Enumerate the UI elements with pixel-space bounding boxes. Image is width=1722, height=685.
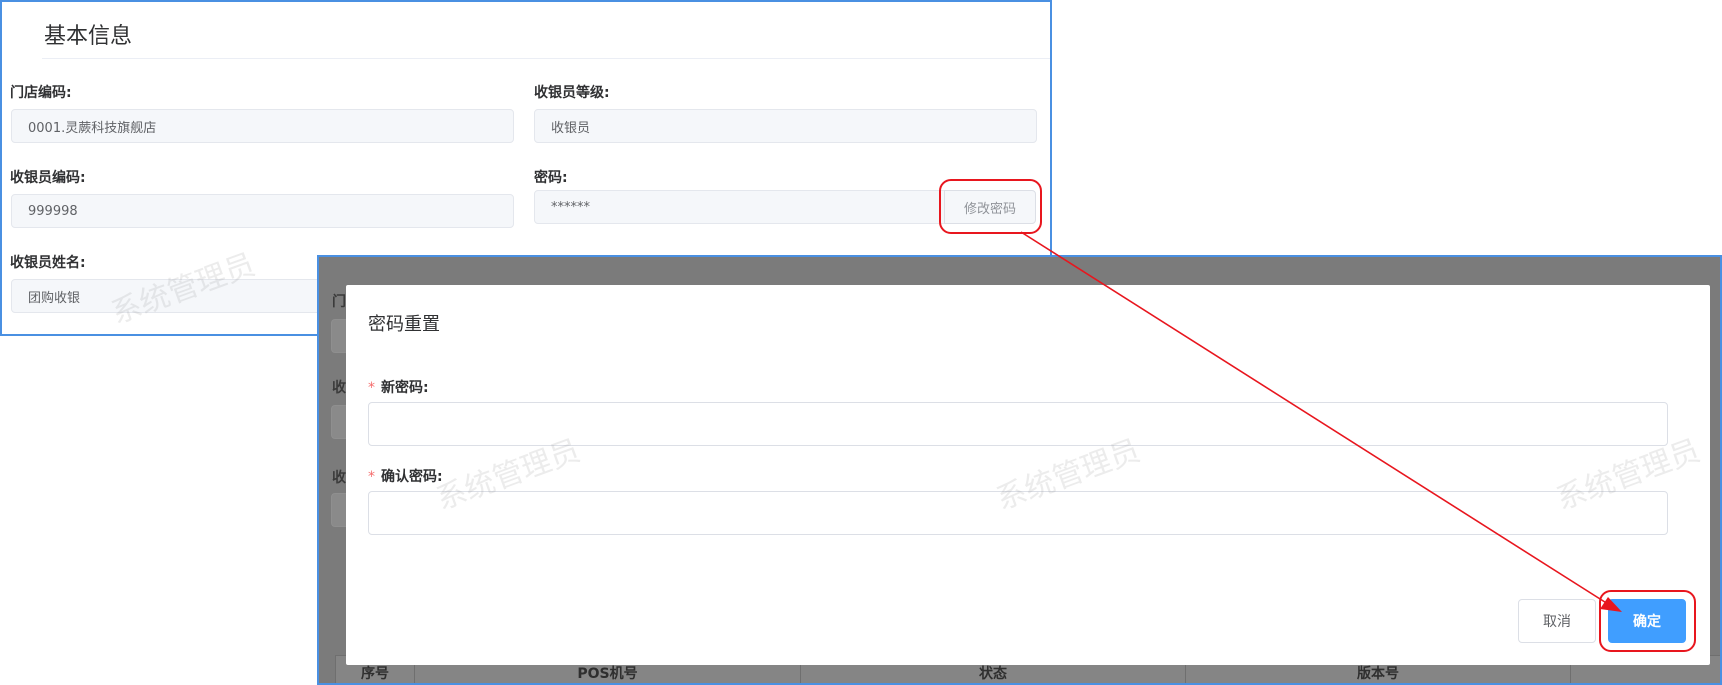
required-mark: *	[368, 380, 375, 396]
cashier-code-field[interactable]: 999998	[11, 194, 514, 228]
new-password-input[interactable]	[368, 402, 1668, 446]
cashier-name-label: 收银员姓名:	[10, 255, 86, 271]
bg-label-3: 收	[332, 470, 346, 486]
password-label: 密码:	[534, 170, 568, 186]
bg-label-1: 门	[332, 294, 346, 310]
page-title: 基本信息	[44, 24, 133, 49]
confirm-button[interactable]: 确定	[1608, 599, 1686, 643]
cashier-level-label: 收银员等级:	[534, 85, 610, 101]
new-password-label-text: 新密码:	[381, 380, 429, 396]
bg-label-2: 收	[332, 380, 346, 396]
confirm-password-input[interactable]	[368, 491, 1668, 535]
new-password-label: * 新密码:	[368, 377, 429, 397]
confirm-password-label: * 确认密码:	[368, 466, 443, 486]
store-code-label: 门店编码:	[10, 85, 72, 101]
store-code-field[interactable]: 0001.灵蕨科技旗舰店	[11, 109, 514, 143]
password-reset-dialog: 密码重置 * 新密码: * 确认密码: 取消 确定	[346, 285, 1710, 665]
required-mark: *	[368, 469, 375, 485]
password-reset-screen: 门 收 收 序号 POS机号 状态 版本号 密码重置 * 新密码: * 确认密码: …	[317, 255, 1722, 685]
title-divider	[42, 58, 1050, 59]
cashier-level-field[interactable]: 收银员	[534, 109, 1037, 143]
cancel-button[interactable]: 取消	[1518, 599, 1596, 643]
modify-password-button[interactable]: 修改密码	[944, 190, 1036, 224]
confirm-password-label-text: 确认密码:	[381, 469, 443, 485]
cashier-code-label: 收银员编码:	[10, 170, 86, 186]
dialog-title: 密码重置	[368, 314, 440, 335]
password-field[interactable]: ******	[534, 190, 946, 224]
